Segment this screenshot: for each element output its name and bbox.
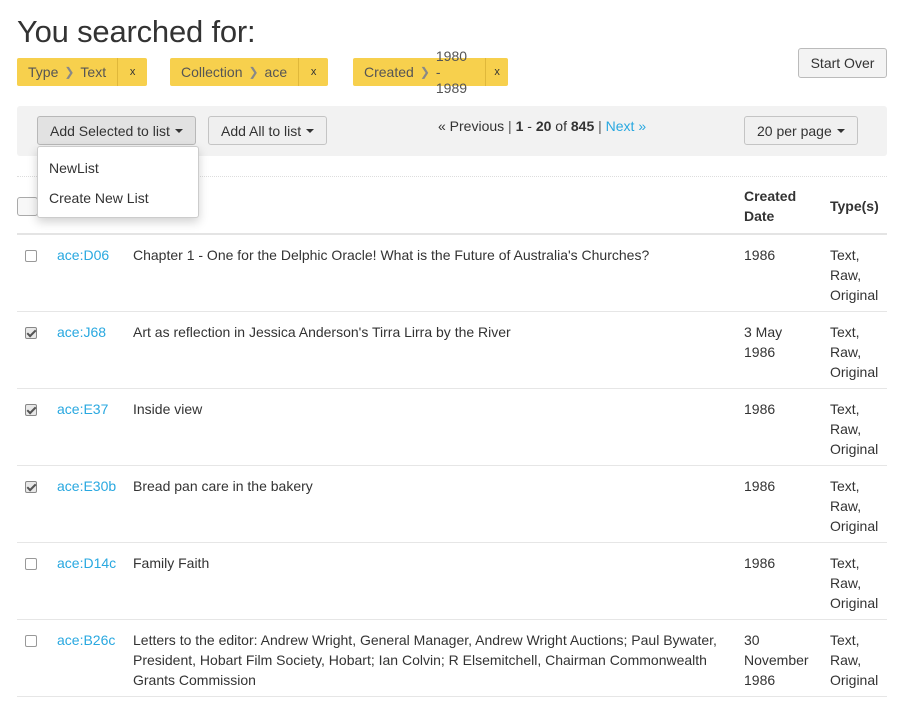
column-header-created-date[interactable]: Created Date (744, 186, 796, 226)
record-date: 1986 (744, 247, 776, 263)
record-id-link[interactable]: ace:D06 (57, 245, 109, 265)
menu-item-create-new-list[interactable]: Create New List (38, 185, 198, 215)
caret-down-icon (836, 128, 845, 133)
record-id-link[interactable]: ace:E37 (57, 399, 108, 419)
record-types: Text, Raw, Original (830, 555, 879, 611)
table-row: ace:B26c Letters to the editor: Andrew W… (17, 620, 887, 697)
chevron-right-icon: ❯ (64, 65, 75, 79)
record-id-link[interactable]: ace:J68 (57, 322, 106, 342)
table-row: ace:D06 Chapter 1 - One for the Delphic … (17, 235, 887, 312)
row-checkbox[interactable] (25, 250, 37, 262)
table-row: ace:D14c Family Faith 1986 Text, Raw, Orig… (17, 543, 887, 620)
remove-constraint-created-button[interactable]: x (485, 58, 509, 86)
row-checkbox[interactable] (25, 558, 37, 570)
column-header-types[interactable]: Type(s) (830, 196, 879, 216)
per-page-dropdown[interactable]: 20 per page (744, 116, 858, 145)
constraint-created: Created ❯ 1980 - 1989 x (353, 48, 509, 96)
next-page-link[interactable]: Next » (606, 118, 646, 134)
remove-constraint-type-button[interactable]: x (117, 58, 148, 86)
page-title: You searched for: (17, 14, 256, 49)
constraint-type: Type ❯ Text x (17, 58, 148, 86)
table-row: ace:J68 Art as reflection in Jessica And… (17, 312, 887, 389)
constraint-collection-label[interactable]: Collection ❯ ace (170, 58, 299, 86)
table-row: ace:E37 Inside view 1986 Text, Raw, Origin… (17, 389, 887, 466)
constraint-collection: Collection ❯ ace x (170, 58, 329, 86)
menu-item-newlist[interactable]: NewList (38, 155, 198, 185)
constraint-type-label[interactable]: Type ❯ Text (17, 58, 118, 86)
record-title: Inside view (133, 401, 203, 417)
pagination: « Previous | 1 - 20 of 845 | Next » (438, 118, 647, 134)
caret-down-icon (306, 128, 315, 133)
record-types: Text, Raw, Original (830, 247, 879, 303)
previous-page-text: « Previous (438, 118, 505, 134)
record-id-link[interactable]: ace:E30b (57, 476, 116, 496)
record-types: Text, Raw, Original (830, 478, 879, 534)
row-checkbox[interactable] (25, 481, 37, 493)
record-title: Family Faith (133, 555, 210, 571)
record-date: 1986 (744, 401, 776, 417)
record-title: Art as reflection in Jessica Anderson's … (133, 324, 511, 340)
record-id-link[interactable]: ace:D14c (57, 553, 116, 573)
chevron-right-icon: ❯ (419, 65, 430, 79)
chevron-right-icon: ❯ (248, 65, 259, 79)
start-over-button[interactable]: Start Over (798, 48, 887, 78)
table-row: ace:E30b Bread pan care in the bakery 19… (17, 466, 887, 543)
results-table: Created Date Type(s) ace:D06 Chapter 1 - … (17, 176, 887, 697)
record-types: Text, Raw, Original (830, 324, 879, 380)
row-checkbox[interactable] (25, 327, 37, 339)
record-date: 3 May 1986 (744, 324, 783, 360)
record-title: Letters to the editor: Andrew Wright, Ge… (133, 632, 717, 688)
record-title: Bread pan care in the bakery (133, 478, 313, 494)
add-all-to-list-button[interactable]: Add All to list (208, 116, 328, 145)
record-id-link[interactable]: ace:B26c (57, 630, 115, 650)
row-checkbox[interactable] (25, 635, 37, 647)
record-date: 30 November 1986 (744, 632, 809, 688)
select-all-checkbox[interactable] (17, 197, 38, 216)
caret-down-icon (174, 128, 183, 133)
record-types: Text, Raw, Original (830, 632, 879, 688)
add-to-list-menu: NewList Create New List (37, 146, 199, 218)
record-date: 1986 (744, 555, 776, 571)
record-types: Text, Raw, Original (830, 401, 879, 457)
row-checkbox[interactable] (25, 404, 37, 416)
record-date: 1986 (744, 478, 776, 494)
remove-constraint-collection-button[interactable]: x (298, 58, 329, 86)
record-title: Chapter 1 - One for the Delphic Oracle! … (133, 247, 650, 263)
add-selected-to-list-button[interactable]: Add Selected to list (37, 116, 196, 145)
constraint-created-label[interactable]: Created ❯ 1980 - 1989 (353, 48, 486, 96)
